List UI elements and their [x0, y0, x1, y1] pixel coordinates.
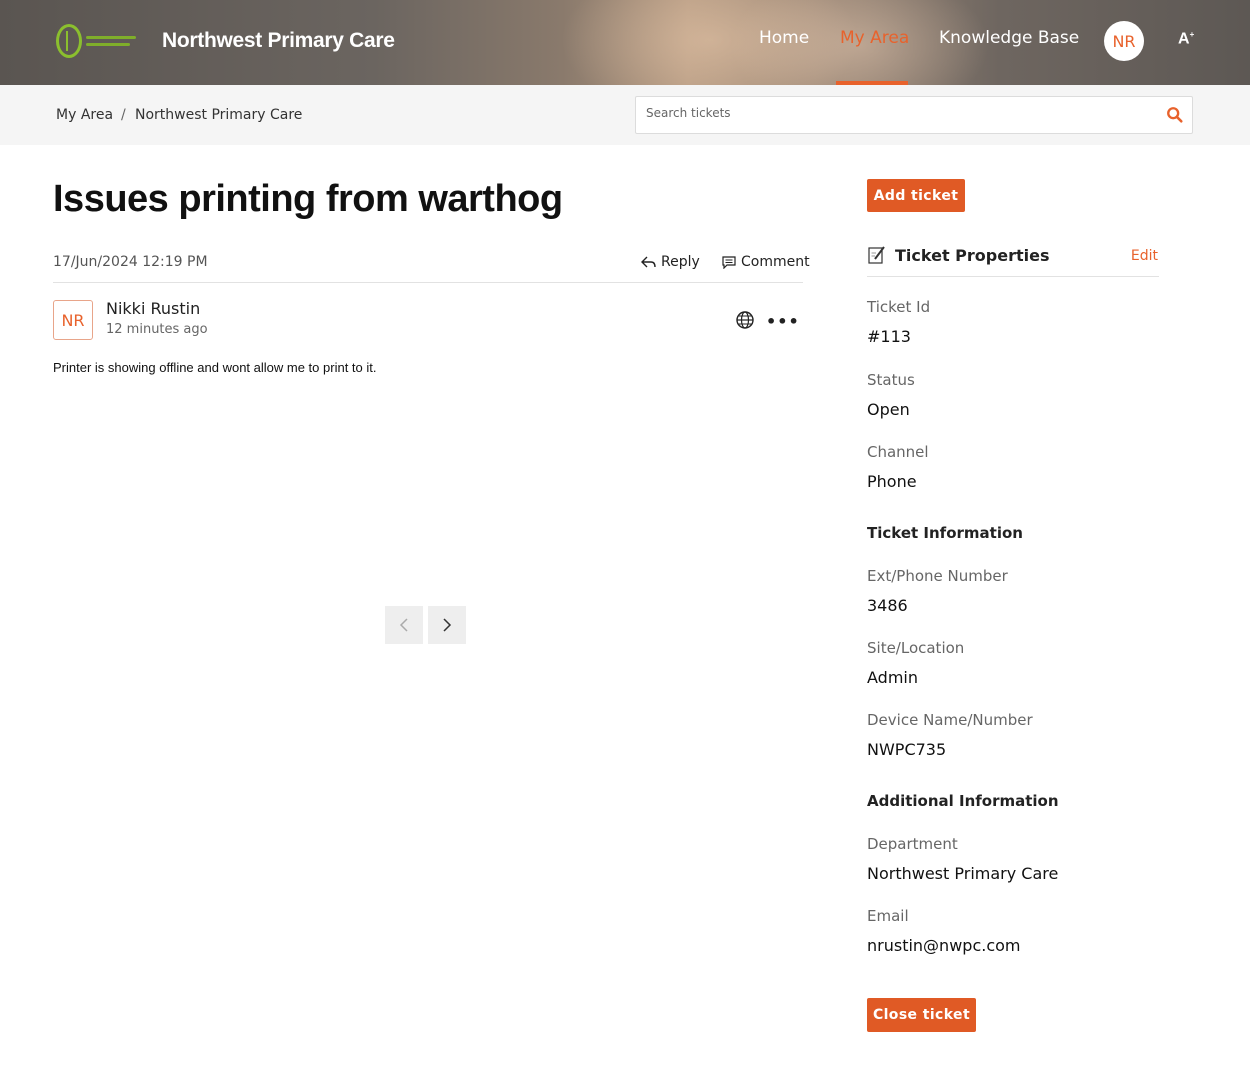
comment-icon — [722, 256, 736, 269]
channel-value: Phone — [867, 472, 917, 491]
device-label: Device Name/Number — [867, 711, 1033, 729]
globe-icon[interactable] — [735, 310, 755, 330]
nav-my-area[interactable]: My Area — [840, 28, 909, 48]
ticket-properties-header: Ticket Properties Edit — [867, 245, 1159, 277]
user-avatar[interactable]: NR — [1104, 21, 1144, 61]
email-label: Email — [867, 907, 909, 925]
ticket-information-heading: Ticket Information — [867, 524, 1023, 542]
message-timestamp: 12 minutes ago — [106, 322, 208, 337]
department-value: Northwest Primary Care — [867, 864, 1059, 883]
chevron-right-icon — [443, 618, 452, 632]
logo-wordmark — [86, 36, 136, 46]
ticket-properties-title: Ticket Properties — [895, 246, 1050, 265]
device-value: NWPC735 — [867, 740, 947, 759]
next-page-button[interactable] — [428, 606, 466, 644]
search-icon[interactable] — [1166, 106, 1184, 124]
ticket-date: 17/Jun/2024 12:19 PM — [53, 254, 208, 270]
search-input[interactable] — [646, 106, 1146, 120]
edit-properties-link[interactable]: Edit — [1131, 248, 1158, 264]
site-location-value: Admin — [867, 668, 918, 687]
ext-phone-label: Ext/Phone Number — [867, 567, 1008, 585]
ticket-id-value: #113 — [867, 327, 911, 346]
breadcrumb-bar: My Area / Northwest Primary Care — [0, 85, 1250, 145]
comment-label: Comment — [741, 254, 810, 270]
ext-phone-value: 3486 — [867, 596, 908, 615]
status-value: Open — [867, 400, 910, 419]
chevron-left-icon — [399, 618, 408, 632]
breadcrumb-separator: / — [121, 107, 126, 123]
top-header: Northwest Primary Care Home My Area Know… — [0, 0, 1250, 85]
reply-icon — [641, 256, 656, 268]
reply-button[interactable]: Reply — [641, 254, 700, 270]
message-author-avatar: NR — [53, 300, 93, 340]
ticket-id-label: Ticket Id — [867, 298, 931, 316]
channel-label: Channel — [867, 443, 929, 461]
reply-label: Reply — [661, 254, 700, 270]
breadcrumb-my-area[interactable]: My Area — [56, 107, 113, 123]
more-options-icon[interactable]: ••• — [766, 312, 800, 331]
accessibility-text-size-icon[interactable]: A+ — [1178, 30, 1194, 48]
add-ticket-button[interactable]: Add ticket — [867, 179, 965, 212]
additional-information-heading: Additional Information — [867, 792, 1059, 810]
status-label: Status — [867, 371, 915, 389]
close-ticket-button[interactable]: Close ticket — [867, 998, 976, 1032]
site-location-label: Site/Location — [867, 639, 965, 657]
site-logo[interactable] — [56, 22, 142, 60]
message-body: Printer is showing offline and wont allo… — [53, 360, 377, 375]
nav-knowledge-base[interactable]: Knowledge Base — [939, 28, 1079, 48]
nav-home[interactable]: Home — [759, 28, 809, 48]
accessibility-label: A — [1178, 30, 1190, 48]
edit-note-icon — [868, 246, 885, 264]
department-label: Department — [867, 835, 958, 853]
accessibility-plus-glyph: + — [1189, 30, 1195, 39]
header-divider — [53, 282, 803, 283]
ticket-title: Issues printing from warthog — [53, 178, 563, 220]
logo-leaf-icon — [56, 24, 82, 58]
previous-page-button[interactable] — [385, 606, 423, 644]
message-author-name: Nikki Rustin — [106, 299, 201, 318]
comment-button[interactable]: Comment — [721, 254, 810, 270]
email-value: nrustin@nwpc.com — [867, 936, 1021, 955]
search-box — [635, 96, 1193, 134]
breadcrumb-northwest-primary-care[interactable]: Northwest Primary Care — [135, 107, 302, 123]
site-title[interactable]: Northwest Primary Care — [162, 29, 395, 53]
